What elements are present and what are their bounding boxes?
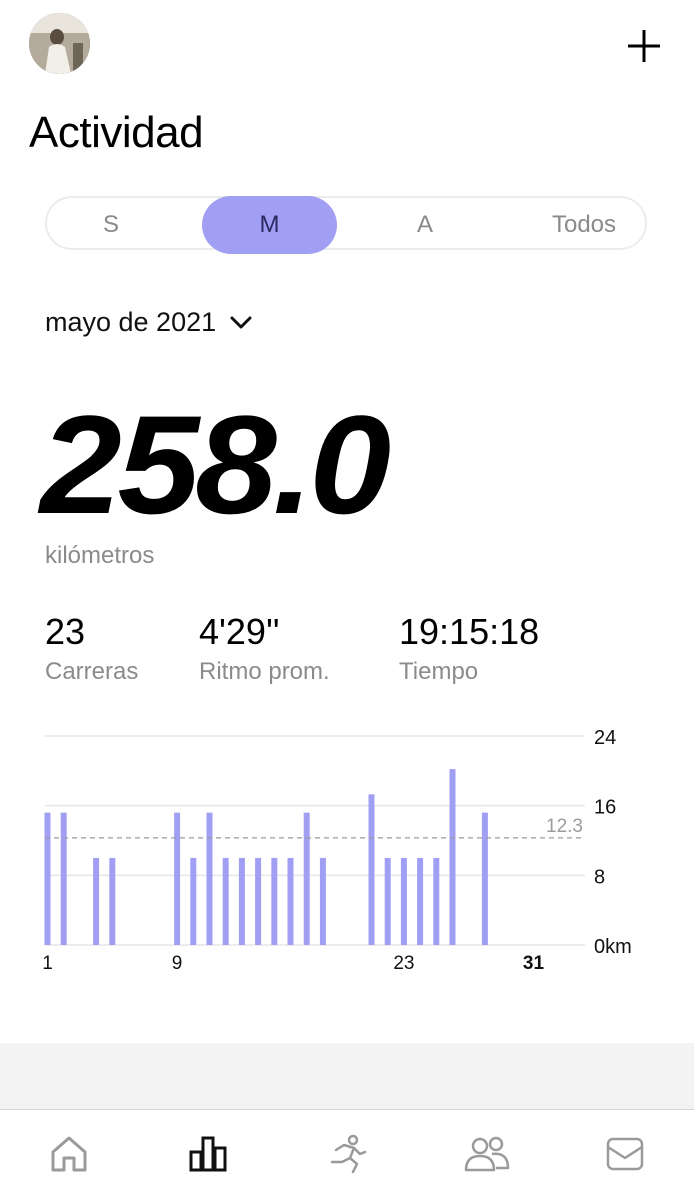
avatar[interactable]: [29, 13, 90, 74]
plus-icon[interactable]: [622, 24, 666, 68]
bar: [255, 857, 262, 945]
bar: [417, 857, 424, 945]
x-tick-label: 1: [42, 953, 53, 974]
month-label: mayo de 2021: [45, 307, 217, 337]
bar: [109, 857, 116, 945]
bar: [400, 857, 407, 945]
bar: [190, 857, 197, 945]
bar: [433, 857, 440, 945]
bar: [319, 857, 326, 945]
y-tick-label: 8: [594, 866, 605, 888]
avatar-image: [29, 13, 90, 74]
bar: [44, 812, 51, 945]
y-tick-label: 0km: [594, 936, 632, 958]
bar: [481, 812, 488, 945]
stat-pace-value: 4'29'': [199, 611, 280, 652]
tab-year[interactable]: A: [357, 196, 493, 254]
bar: [449, 769, 456, 945]
distance-unit: kilómetros: [45, 542, 155, 569]
bar: [206, 812, 213, 945]
x-tick-label: 31: [523, 953, 545, 974]
mail-icon[interactable]: [603, 1132, 647, 1176]
total-distance: 258.0: [40, 386, 391, 543]
running-icon[interactable]: [324, 1132, 368, 1176]
stat-time-value: 19:15:18: [399, 611, 540, 652]
period-selector: S M A Todos: [45, 196, 647, 254]
bar: [271, 857, 278, 945]
bar: [222, 857, 229, 945]
stat-pace: 4'29'' Ritmo prom.: [199, 612, 330, 686]
stat-time: 19:15:18 Tiempo: [399, 612, 539, 686]
stat-runs-value: 23: [45, 611, 86, 652]
bar: [368, 794, 375, 945]
bar: [60, 812, 67, 945]
bar: [174, 812, 181, 945]
content-separator: [0, 1043, 694, 1109]
community-icon[interactable]: [462, 1132, 512, 1176]
tab-month[interactable]: M: [202, 196, 337, 254]
bar: [384, 857, 391, 945]
bar: [287, 857, 294, 945]
y-tick-label: 16: [594, 797, 616, 819]
x-tick-label: 9: [172, 953, 183, 974]
home-icon[interactable]: [47, 1132, 91, 1176]
bar: [238, 857, 245, 945]
tab-week[interactable]: S: [47, 196, 175, 254]
page-title: Actividad: [29, 108, 204, 157]
bottom-tab-bar: [0, 1109, 694, 1200]
bar: [303, 812, 310, 945]
y-tick-label: 24: [594, 727, 616, 749]
bar-chart-icon[interactable]: [186, 1132, 230, 1176]
stat-runs: 23 Carreras: [45, 612, 138, 686]
chevron-down-icon: [230, 316, 252, 328]
x-tick-label: 23: [393, 953, 414, 974]
monthly-distance-chart: 12.3 24 16 8 0km 1 9 23 31: [42, 727, 632, 974]
bar: [93, 857, 100, 945]
month-dropdown[interactable]: mayo de 2021: [45, 307, 252, 338]
stat-runs-label: Carreras: [45, 657, 139, 685]
stat-time-label: Tiempo: [399, 657, 479, 685]
tab-all[interactable]: Todos: [521, 196, 647, 254]
stat-pace-label: Ritmo prom.: [199, 657, 330, 685]
average-label: 12.3: [546, 816, 583, 837]
